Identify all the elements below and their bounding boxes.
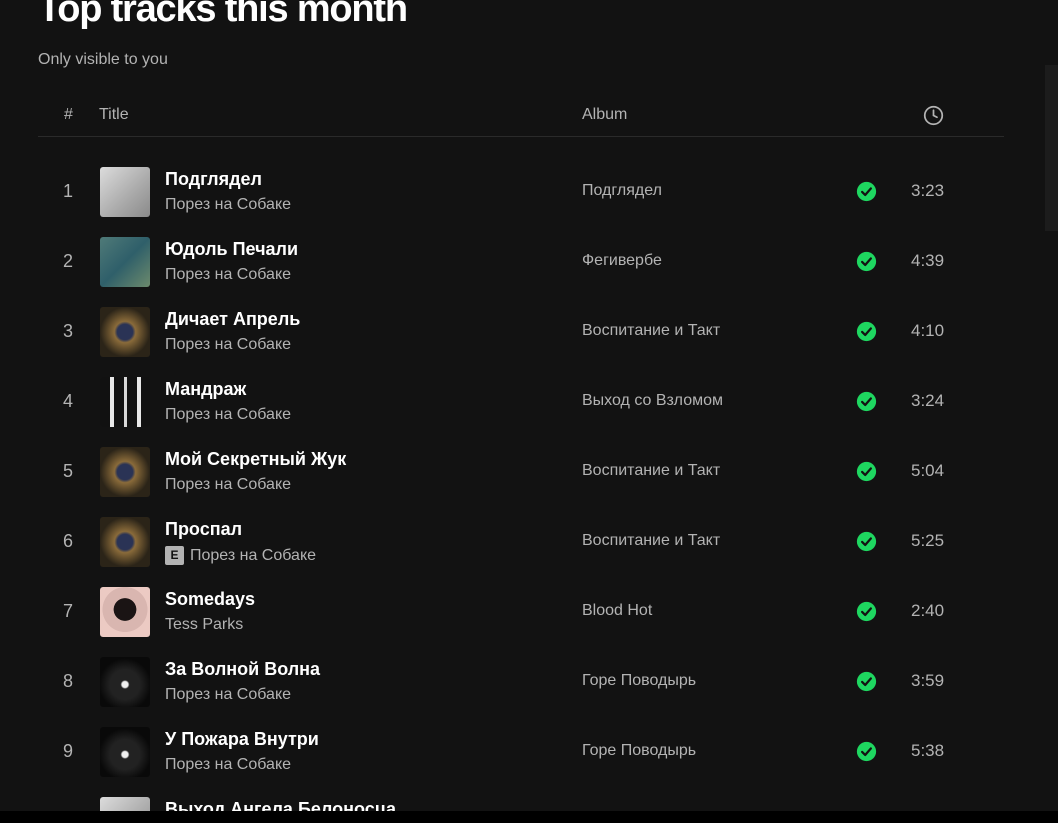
track-row[interactable]: 2 Юдоль Печали Порез на Собаке Фегивербе 4:3… (38, 227, 1004, 297)
album-cover[interactable] (100, 517, 150, 567)
artist-link[interactable]: Порез на Собаке (165, 406, 291, 423)
saved-check-icon[interactable] (856, 531, 877, 552)
album-link[interactable]: Воспитание и Такт (582, 322, 720, 340)
artist-link[interactable]: Порез на Собаке (165, 686, 291, 703)
track-title[interactable]: Проспал (165, 519, 242, 540)
album-cover[interactable] (100, 587, 150, 637)
album-cover[interactable] (100, 377, 150, 427)
track-row[interactable]: 9 У Пожара Внутри Порез на Собаке Горе Пово… (38, 717, 1004, 787)
clock-icon[interactable] (923, 105, 944, 126)
track-artist: Порез на Собаке (165, 686, 291, 704)
top-tracks-page: Top tracks this month Only visible to yo… (0, 0, 1058, 823)
track-artist: Порез на Собаке (165, 266, 291, 284)
track-title[interactable]: Подглядел (165, 169, 262, 190)
track-row[interactable]: 1 Подглядел Порез на Собаке Подглядел 3:23 (38, 157, 1004, 227)
track-number: 9 (62, 741, 73, 761)
artist-link[interactable]: Tess Parks (165, 616, 243, 633)
album-link[interactable]: Воспитание и Такт (582, 462, 720, 480)
saved-check-icon[interactable] (856, 181, 877, 202)
track-artist: E Порез на Собаке (165, 546, 316, 565)
track-row[interactable]: 5 Мой Секретный Жук Порез на Собаке Воспита… (38, 437, 1004, 507)
track-number: 4 (62, 391, 73, 411)
track-number: 7 (62, 601, 73, 621)
saved-check-icon[interactable] (856, 601, 877, 622)
track-row[interactable]: 6 Проспал E Порез на Собаке Воспитание и Так… (38, 507, 1004, 577)
saved-check-icon[interactable] (856, 321, 877, 342)
track-artist: Порез на Собаке (165, 196, 291, 214)
track-duration: 3:59 (911, 671, 945, 690)
track-artist: Порез на Собаке (165, 756, 291, 774)
track-number: 2 (62, 251, 73, 271)
track-title[interactable]: Юдоль Печали (165, 239, 298, 260)
track-title[interactable]: Мой Секретный Жук (165, 449, 346, 470)
track-row[interactable]: 8 За Волной Волна Порез на Собаке Горе Пово… (38, 647, 1004, 717)
track-duration: 5:04 (911, 461, 945, 480)
album-cover[interactable] (100, 307, 150, 357)
column-header-number[interactable]: # (64, 106, 73, 124)
track-duration: 3:23 (911, 181, 945, 200)
artist-link[interactable]: Порез на Собаке (165, 196, 291, 213)
track-duration: 4:10 (911, 321, 945, 340)
track-duration: 2:40 (911, 601, 945, 620)
explicit-badge: E (165, 546, 184, 565)
album-link[interactable]: Горе Поводырь (582, 742, 696, 760)
track-artist: Порез на Собаке (165, 476, 291, 494)
track-number: 3 (62, 321, 73, 341)
saved-check-icon[interactable] (856, 671, 877, 692)
page-subtitle: Only visible to you (38, 51, 168, 68)
page-title: Top tracks this month (38, 0, 408, 30)
track-number: 1 (62, 181, 73, 201)
tracklist: 1 Подглядел Порез на Собаке Подглядел 3:23 2 Ю… (38, 157, 1004, 823)
album-cover[interactable] (100, 237, 150, 287)
track-duration: 3:24 (911, 391, 945, 410)
track-number: 8 (62, 671, 73, 691)
track-row[interactable]: 4 Мандраж Порез на Собаке Выход со Взломом 3… (38, 367, 1004, 437)
column-header-title[interactable]: Title (99, 106, 129, 124)
track-title[interactable]: За Волной Волна (165, 659, 320, 680)
artist-link[interactable]: Порез на Собаке (165, 336, 291, 353)
artist-link[interactable]: Порез на Собаке (190, 547, 316, 564)
track-duration: 4:39 (911, 251, 945, 270)
track-artist: Порез на Собаке (165, 406, 291, 424)
track-number: 5 (62, 461, 73, 481)
album-link[interactable]: Горе Поводырь (582, 672, 696, 690)
album-cover[interactable] (100, 167, 150, 217)
artist-link[interactable]: Порез на Собаке (165, 266, 291, 283)
artist-link[interactable]: Порез на Собаке (165, 476, 291, 493)
track-title[interactable]: Somedays (165, 589, 255, 610)
album-link[interactable]: Подглядел (582, 182, 662, 200)
album-cover[interactable] (100, 447, 150, 497)
track-title[interactable]: У Пожара Внутри (165, 729, 319, 750)
album-cover[interactable] (100, 657, 150, 707)
album-link[interactable]: Выход со Взломом (582, 392, 723, 410)
saved-check-icon[interactable] (856, 461, 877, 482)
column-header-album[interactable]: Album (582, 106, 627, 124)
track-duration: 5:25 (911, 531, 945, 550)
saved-check-icon[interactable] (856, 251, 877, 272)
album-link[interactable]: Фегивербе (582, 252, 662, 270)
track-artist: Tess Parks (165, 616, 243, 634)
saved-check-icon[interactable] (856, 741, 877, 762)
tracklist-header: # Title Album (38, 96, 1004, 137)
bottom-bar (0, 811, 1058, 823)
track-title[interactable]: Дичает Апрель (165, 309, 300, 330)
track-row[interactable]: 3 Дичает Апрель Порез на Собаке Воспитание … (38, 297, 1004, 367)
track-artist: Порез на Собаке (165, 336, 291, 354)
artist-link[interactable]: Порез на Собаке (165, 756, 291, 773)
track-duration: 5:38 (911, 741, 945, 760)
album-link[interactable]: Воспитание и Такт (582, 532, 720, 550)
track-title[interactable]: Мандраж (165, 379, 246, 400)
saved-check-icon[interactable] (856, 391, 877, 412)
scrollbar[interactable] (1045, 65, 1058, 231)
album-link[interactable]: Blood Hot (582, 602, 652, 620)
track-number: 6 (62, 531, 73, 551)
album-cover[interactable] (100, 727, 150, 777)
track-row[interactable]: 7 Somedays Tess Parks Blood Hot 2:40 (38, 577, 1004, 647)
